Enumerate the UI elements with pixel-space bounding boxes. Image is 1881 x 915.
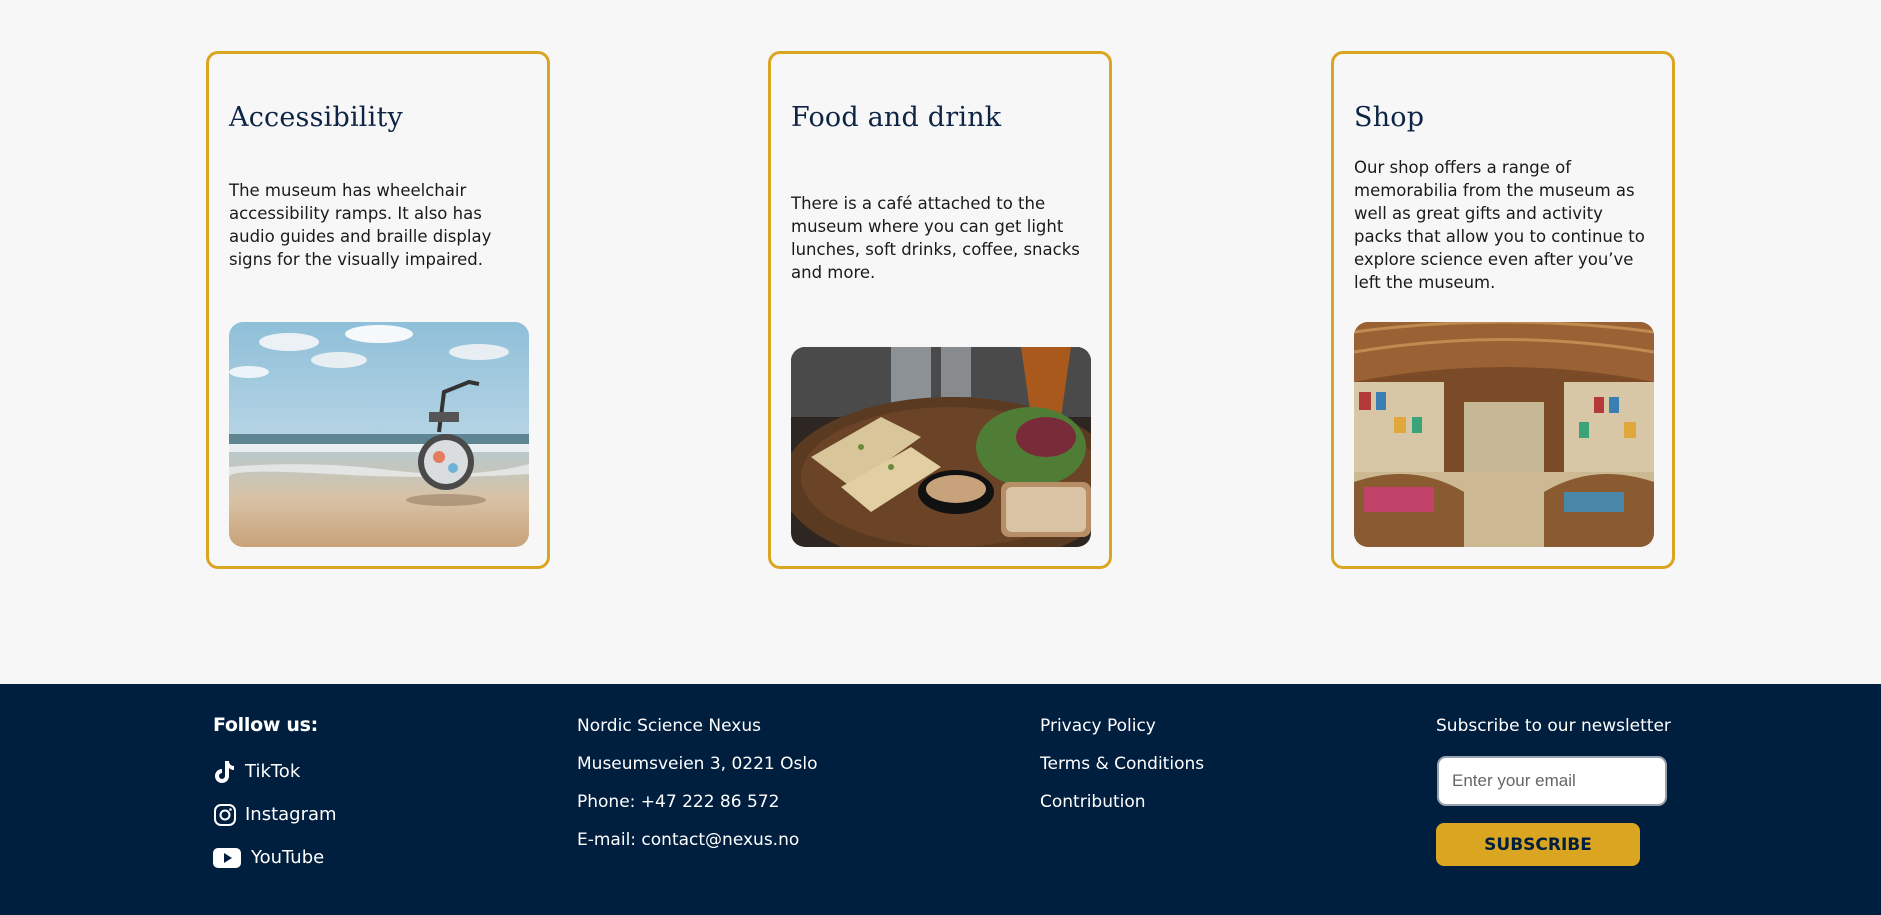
card-text: The museum has wheelchair accessibility … <box>229 181 492 269</box>
instagram-icon <box>213 803 237 827</box>
organization-name: Nordic Science Nexus <box>577 716 761 736</box>
tiktok-label: TikTok <box>245 761 301 782</box>
terms-conditions-link[interactable]: Terms & Conditions <box>1040 754 1204 774</box>
youtube-label: YouTube <box>251 847 325 868</box>
instagram-link[interactable]: Instagram <box>213 793 337 836</box>
subscribe-button[interactable]: SUBSCRIBE <box>1436 823 1640 866</box>
card-text: Our shop offers a range of memorabilia f… <box>1354 158 1645 292</box>
shop-card: Shop Our shop offers a range of memorabi… <box>1331 51 1675 569</box>
youtube-link[interactable]: YouTube <box>213 836 337 879</box>
address-text: Museumsveien 3, 0221 Oslo <box>577 754 818 774</box>
cafe-plate-photo <box>791 347 1091 547</box>
tiktok-icon <box>213 760 237 784</box>
follow-us-title: Follow us: <box>213 714 318 736</box>
facilities-section: Accessibility The museum has wheelchair … <box>0 0 1881 684</box>
card-text: There is a café attached to the museum w… <box>791 194 1080 282</box>
card-title: Accessibility <box>229 102 403 133</box>
wheelchair-on-beach-photo <box>229 322 529 547</box>
contact-column: Nordic Science Nexus Museumsveien 3, 022… <box>577 707 817 859</box>
legal-links-column: Privacy Policy Terms & Conditions Contri… <box>1040 707 1204 821</box>
food-and-drink-card: Food and drink There is a café attached … <box>768 51 1112 569</box>
card-title: Shop <box>1354 102 1425 133</box>
email-text: E-mail: contact@nexus.no <box>577 830 800 850</box>
instagram-label: Instagram <box>245 804 337 825</box>
card-title: Food and drink <box>791 102 1002 133</box>
youtube-icon <box>213 846 243 870</box>
tiktok-link[interactable]: TikTok <box>213 750 337 793</box>
museum-shop-interior-photo <box>1354 322 1654 547</box>
contribution-link[interactable]: Contribution <box>1040 792 1146 812</box>
accessibility-card: Accessibility The museum has wheelchair … <box>206 51 550 569</box>
newsletter-email-input[interactable] <box>1437 756 1667 806</box>
follow-us-column: Follow us: TikTok Instagram YouTube <box>213 714 337 879</box>
newsletter-column: Subscribe to our newsletter <box>1436 707 1671 745</box>
newsletter-title: Subscribe to our newsletter <box>1436 716 1671 736</box>
phone-text: Phone: +47 222 86 572 <box>577 792 780 812</box>
privacy-policy-link[interactable]: Privacy Policy <box>1040 716 1156 736</box>
